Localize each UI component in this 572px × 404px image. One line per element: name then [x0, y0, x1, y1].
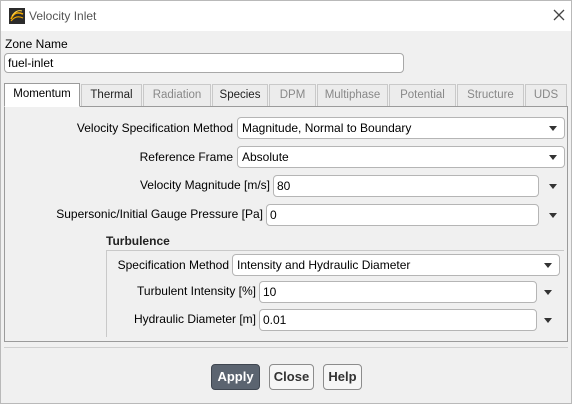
- reference-frame-dropdown[interactable]: Absolute: [237, 146, 565, 168]
- tab-momentum[interactable]: Momentum: [4, 83, 80, 107]
- close-icon[interactable]: [551, 7, 567, 23]
- tab-structure[interactable]: Structure: [457, 84, 524, 106]
- help-button[interactable]: Help: [323, 364, 362, 390]
- tab-radiation[interactable]: Radiation: [143, 84, 211, 106]
- zone-name-input[interactable]: [4, 53, 404, 73]
- window-title: Velocity Inlet: [29, 9, 97, 23]
- hydraulic-diameter-input[interactable]: 0.01: [259, 309, 537, 331]
- velocity-spec-label: Velocity Specification Method: [76, 121, 233, 135]
- title-bar[interactable]: Velocity Inlet: [1, 1, 571, 31]
- tab-potential[interactable]: Potential: [389, 84, 456, 106]
- hydraulic-diameter-options-icon[interactable]: [544, 318, 552, 323]
- tab-multiphase[interactable]: Multiphase: [317, 84, 388, 106]
- chevron-down-icon: [549, 155, 557, 160]
- tab-species[interactable]: Species: [212, 84, 268, 106]
- velocity-magnitude-label: Velocity Magnitude [m/s]: [139, 178, 270, 192]
- reference-frame-value: Absolute: [242, 150, 289, 164]
- gauge-pressure-options-icon[interactable]: [549, 213, 557, 218]
- velocity-inlet-dialog: Velocity Inlet Zone Name Momentum Therma…: [0, 0, 572, 404]
- turbulence-group-title: Turbulence: [106, 234, 170, 248]
- tab-uds[interactable]: UDS: [525, 84, 567, 106]
- turbulence-spec-label: Specification Method: [117, 258, 229, 272]
- velocity-spec-dropdown[interactable]: Magnitude, Normal to Boundary: [237, 117, 565, 139]
- gauge-pressure-input[interactable]: 0: [266, 204, 539, 226]
- tab-thermal[interactable]: Thermal: [81, 84, 142, 106]
- gauge-pressure-label: Supersonic/Initial Gauge Pressure [Pa]: [56, 207, 263, 221]
- hydraulic-diameter-label: Hydraulic Diameter [m]: [133, 312, 256, 326]
- velocity-spec-value: Magnitude, Normal to Boundary: [242, 121, 412, 135]
- chevron-down-icon: [544, 263, 552, 268]
- velocity-magnitude-input[interactable]: 80: [273, 175, 539, 197]
- footer-divider: [4, 347, 568, 348]
- tab-dpm[interactable]: DPM: [269, 84, 316, 106]
- turbulent-intensity-input[interactable]: 10: [259, 281, 537, 303]
- fluent-app-icon: [9, 8, 25, 24]
- turbulent-intensity-label: Turbulent Intensity [%]: [137, 284, 256, 298]
- turbulence-spec-dropdown[interactable]: Intensity and Hydraulic Diameter: [232, 254, 560, 276]
- velocity-magnitude-options-icon[interactable]: [549, 184, 557, 189]
- turbulence-spec-value: Intensity and Hydraulic Diameter: [237, 258, 411, 272]
- chevron-down-icon: [549, 126, 557, 131]
- zone-name-label: Zone Name: [5, 37, 68, 51]
- apply-button[interactable]: Apply: [211, 364, 260, 390]
- reference-frame-label: Reference Frame: [139, 150, 233, 164]
- turbulent-intensity-options-icon[interactable]: [544, 290, 552, 295]
- close-button[interactable]: Close: [269, 364, 314, 390]
